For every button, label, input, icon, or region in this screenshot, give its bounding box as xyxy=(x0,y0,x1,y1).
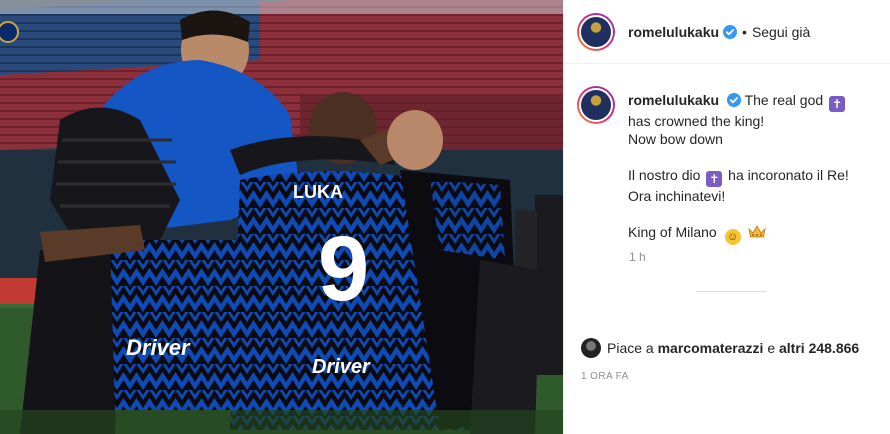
likes-prefix: Piace a xyxy=(607,340,654,356)
instagram-post: Driver LUKA 9 Driver romelulukaku • Segu… xyxy=(0,0,890,434)
caption-line-4a: Il nostro dio xyxy=(628,167,701,183)
post-date[interactable]: 1 ORA FA xyxy=(581,371,629,382)
caption-text: romelulukaku The real god ✝ has crowned … xyxy=(628,91,849,245)
likes-others[interactable]: altri 248.866 xyxy=(779,340,859,356)
following-button[interactable]: Segui già xyxy=(752,24,810,40)
liker-username[interactable]: marcomaterazzi xyxy=(658,340,764,356)
jersey-number: 9 xyxy=(318,218,369,320)
caption-line-3: Now bow down xyxy=(628,131,723,147)
divider xyxy=(696,291,766,292)
likes-summary[interactable]: Piace a marcomaterazzi e altri 248.866 xyxy=(581,338,859,358)
post-side-panel: romelulukaku • Segui già romelulukaku Th… xyxy=(563,0,890,434)
caption-username[interactable]: romelulukaku xyxy=(628,92,719,108)
crown-icon xyxy=(747,225,766,238)
smiling-face-icon: ☺ xyxy=(724,229,741,245)
latin-cross-icon: ✝ xyxy=(706,171,723,187)
author-avatar[interactable] xyxy=(577,12,615,51)
latin-cross-icon: ✝ xyxy=(829,96,846,112)
separator-dot: • xyxy=(742,23,747,40)
post-caption: romelulukaku The real god ✝ has crowned … xyxy=(577,86,877,245)
inter-logo-icon xyxy=(0,21,19,43)
caption-line-5: Ora inchinatevi! xyxy=(628,188,726,204)
jersey-name: LUKA xyxy=(293,182,343,202)
caption-line-1: The real god xyxy=(744,92,824,108)
caption-time: 1 h xyxy=(629,250,646,264)
liker-avatar[interactable] xyxy=(581,338,601,358)
sponsor-text: Driver xyxy=(312,356,371,378)
post-photo[interactable]: Driver LUKA 9 Driver xyxy=(0,0,563,434)
caption-line-4b: ha incoronato il Re! xyxy=(728,167,849,183)
sponsor-text-left: Driver xyxy=(126,335,191,360)
likes-conjunction: e xyxy=(767,340,776,356)
verified-badge-icon xyxy=(726,93,741,107)
celebration-photo: Driver LUKA 9 Driver xyxy=(0,0,563,434)
caption-avatar[interactable] xyxy=(577,86,615,124)
caption-line-2: has crowned the king! xyxy=(628,113,765,129)
caption-line-6: King of Milano xyxy=(628,224,717,240)
author-username[interactable]: romelulukaku xyxy=(628,24,719,40)
post-header: romelulukaku • Segui già xyxy=(564,0,890,64)
verified-badge-icon xyxy=(723,24,738,39)
